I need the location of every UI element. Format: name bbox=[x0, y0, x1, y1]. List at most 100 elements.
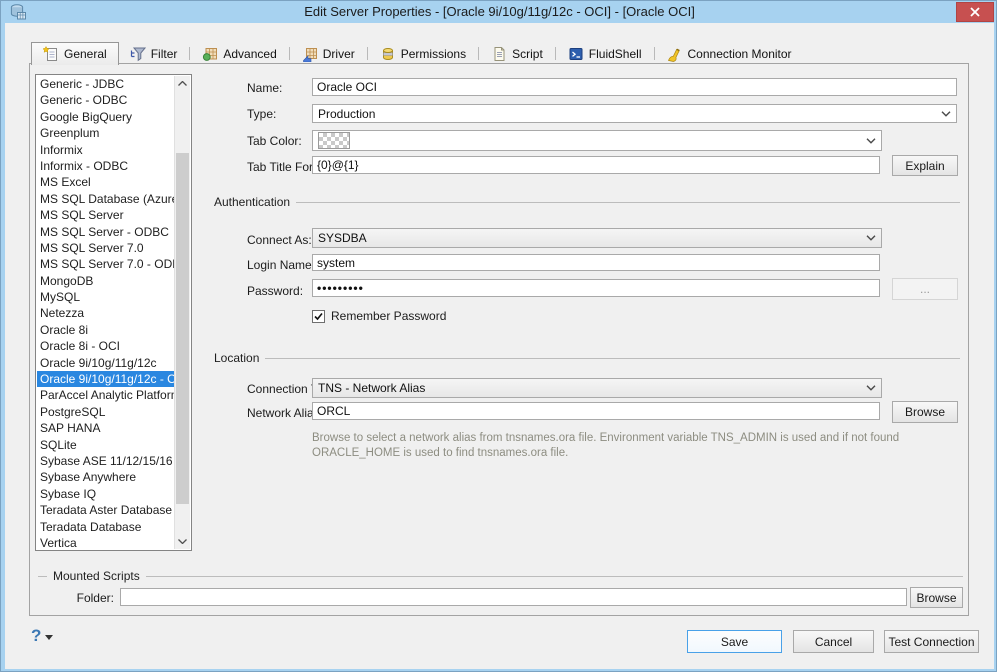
list-item[interactable]: Greenplum bbox=[37, 125, 175, 141]
tab-advanced[interactable]: Advanced bbox=[191, 44, 287, 64]
tab-general[interactable]: General bbox=[31, 42, 119, 65]
password-label: Password: bbox=[247, 284, 304, 298]
name-input[interactable] bbox=[312, 78, 957, 96]
list-item[interactable]: ParAccel Analytic Platform bbox=[37, 387, 175, 403]
driver-icon bbox=[302, 46, 318, 62]
tab-color-select[interactable] bbox=[312, 130, 882, 151]
tab-driver[interactable]: Driver bbox=[291, 44, 366, 64]
tns-help-text: Browse to select a network alias from tn… bbox=[312, 432, 900, 459]
close-icon bbox=[970, 7, 980, 17]
tab-title-format-input[interactable] bbox=[312, 156, 880, 174]
tab-permissions[interactable]: Permissions bbox=[369, 44, 477, 64]
list-item[interactable]: Sybase ASE 11/12/15/16 bbox=[37, 453, 175, 469]
fluidshell-icon bbox=[568, 46, 584, 62]
list-item[interactable]: Oracle 9i/10g/11g/12c bbox=[37, 355, 175, 371]
scrollbar-thumb[interactable] bbox=[176, 153, 189, 504]
tab-label: General bbox=[64, 47, 107, 61]
connection-type-value: TNS - Network Alias bbox=[318, 381, 426, 395]
tab-strip: General Filter Advanced Driver Permissio… bbox=[31, 42, 803, 65]
connect-as-value: SYSDBA bbox=[318, 231, 367, 245]
list-item[interactable]: Sybase Anywhere bbox=[37, 469, 175, 485]
tab-label: Connection Monitor bbox=[687, 47, 792, 61]
network-alias-input[interactable] bbox=[312, 402, 880, 420]
list-item[interactable]: MS SQL Server bbox=[37, 207, 175, 223]
permissions-icon bbox=[380, 46, 396, 62]
password-input[interactable] bbox=[312, 279, 880, 297]
scroll-down-icon[interactable] bbox=[175, 534, 190, 549]
list-item[interactable]: Netezza bbox=[37, 305, 175, 321]
list-item[interactable]: MySQL bbox=[37, 289, 175, 305]
password-more-button[interactable]: ... bbox=[892, 278, 958, 300]
list-scrollbar[interactable] bbox=[174, 76, 190, 549]
checkbox-checked-icon bbox=[312, 309, 325, 323]
list-item[interactable]: Oracle 9i/10g/11g/12c - OCI bbox=[37, 371, 175, 388]
scroll-up-icon[interactable] bbox=[175, 76, 190, 91]
general-icon bbox=[43, 46, 59, 62]
explain-button[interactable]: Explain bbox=[892, 155, 958, 176]
general-tab-panel: Generic - JDBC Generic - ODBC Google BigQu… bbox=[29, 63, 969, 616]
list-item[interactable]: Oracle 8i - OCI bbox=[37, 338, 175, 354]
list-item[interactable]: Informix bbox=[37, 142, 175, 158]
tab-label: Driver bbox=[322, 47, 355, 61]
cancel-button[interactable]: Cancel bbox=[793, 630, 874, 653]
list-item[interactable]: Informix - ODBC bbox=[37, 158, 175, 174]
tab-fluidshell[interactable]: FluidShell bbox=[557, 44, 653, 64]
list-item[interactable]: Teradata Database bbox=[37, 519, 175, 535]
server-type-list-viewport: Generic - JDBC Generic - ODBC Google BigQu… bbox=[37, 76, 175, 549]
tab-script[interactable]: Script bbox=[480, 44, 554, 64]
list-item[interactable]: Sybase IQ bbox=[37, 486, 175, 502]
transparent-checker-swatch bbox=[318, 132, 350, 149]
tab-color-label: Tab Color: bbox=[247, 134, 302, 148]
list-item[interactable]: Teradata Aster Database bbox=[37, 502, 175, 518]
folder-input[interactable] bbox=[120, 588, 907, 606]
location-group-header: Location bbox=[214, 351, 960, 365]
list-item[interactable]: MS Excel bbox=[37, 174, 175, 190]
help-menu-button[interactable]: ? bbox=[31, 627, 54, 644]
list-item[interactable]: Vertica bbox=[37, 535, 175, 549]
list-item[interactable]: MS SQL Server 7.0 bbox=[37, 240, 175, 256]
script-icon bbox=[491, 46, 507, 62]
dialog-client-area: General Filter Advanced Driver Permissio… bbox=[5, 23, 994, 669]
network-alias-browse-button[interactable]: Browse bbox=[892, 401, 958, 423]
connect-as-label: Connect As: bbox=[247, 233, 312, 247]
chevron-down-icon bbox=[866, 235, 876, 241]
close-button[interactable] bbox=[956, 2, 994, 22]
list-item[interactable]: Oracle 8i bbox=[37, 322, 175, 338]
authentication-title: Authentication bbox=[214, 195, 291, 209]
chevron-down-icon bbox=[866, 385, 876, 391]
test-connection-button[interactable]: Test Connection bbox=[884, 630, 979, 653]
advanced-icon bbox=[202, 46, 218, 62]
list-item[interactable]: MS SQL Server - ODBC bbox=[37, 224, 175, 240]
list-item[interactable]: MS SQL Database (Azure) bbox=[37, 191, 175, 207]
connection-type-select[interactable]: TNS - Network Alias bbox=[312, 378, 882, 398]
tab-connection-monitor[interactable]: Connection Monitor bbox=[656, 44, 803, 64]
folder-label: Folder: bbox=[76, 591, 114, 605]
filter-icon bbox=[130, 46, 146, 62]
tab-label: Advanced bbox=[223, 47, 277, 61]
list-item[interactable]: MongoDB bbox=[37, 273, 175, 289]
list-item[interactable]: Generic - JDBC bbox=[37, 76, 175, 92]
name-label: Name: bbox=[247, 81, 283, 95]
chevron-down-icon bbox=[866, 137, 876, 144]
login-name-input[interactable] bbox=[312, 254, 880, 271]
list-item[interactable]: PostgreSQL bbox=[37, 404, 175, 420]
list-item[interactable]: Google BigQuery bbox=[37, 109, 175, 125]
list-item[interactable]: SQLite bbox=[37, 437, 175, 453]
location-title: Location bbox=[214, 351, 260, 365]
tab-label: Filter bbox=[150, 47, 178, 61]
tab-filter[interactable]: Filter bbox=[119, 44, 189, 64]
remember-password-label: Remember Password bbox=[331, 309, 447, 323]
connection-monitor-icon bbox=[667, 46, 683, 62]
type-select[interactable]: Production bbox=[312, 104, 957, 123]
chevron-down-icon bbox=[941, 110, 951, 117]
list-item[interactable]: Generic - ODBC bbox=[37, 92, 175, 108]
dialog-window: Edit Server Properties - [Oracle 9i/10g/… bbox=[0, 0, 997, 672]
list-item[interactable]: MS SQL Server 7.0 - ODBC bbox=[37, 256, 175, 272]
titlebar[interactable]: Edit Server Properties - [Oracle 9i/10g/… bbox=[2, 1, 996, 23]
list-item[interactable]: SAP HANA bbox=[37, 420, 175, 436]
save-button[interactable]: Save bbox=[687, 630, 782, 653]
connect-as-select[interactable]: SYSDBA bbox=[312, 228, 882, 248]
remember-password-checkbox[interactable]: Remember Password bbox=[312, 309, 446, 323]
folder-browse-button[interactable]: Browse bbox=[910, 587, 963, 608]
login-name-label: Login Name: bbox=[247, 258, 316, 272]
